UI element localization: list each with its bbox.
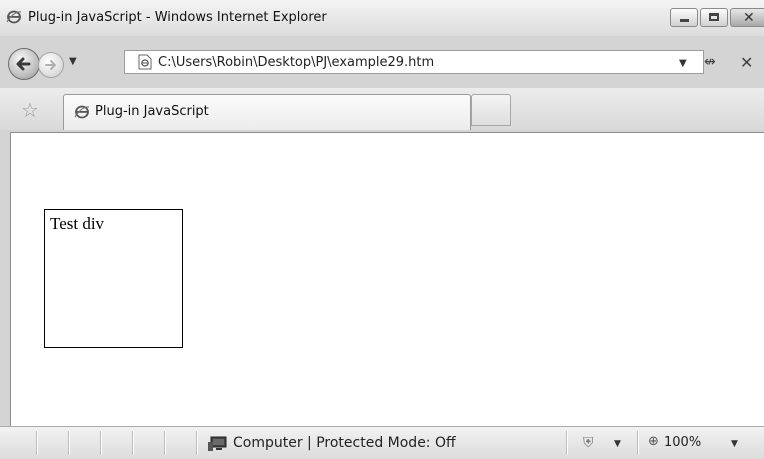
test-div: Test div [44,209,183,348]
security-zone-text[interactable]: Computer | Protected Mode: Off [233,435,456,451]
zoom-level[interactable]: 100% [664,435,701,450]
minimize-icon [680,19,689,22]
new-tab-button[interactable] [471,94,511,126]
security-button[interactable]: ⛨ [583,435,594,451]
status-divider [132,431,134,455]
maximize-icon [709,13,719,21]
recent-pages-dropdown[interactable]: ▼ [69,56,77,67]
forward-arrow-icon [45,60,56,70]
window-title: Plug-in JavaScript - Windows Internet Ex… [28,10,327,25]
address-url[interactable]: C:\Users\Robin\Desktop\PJ\example29.htm [158,55,434,70]
status-divider [196,431,198,455]
stop-icon: ✕ [740,53,754,72]
ie-logo-icon [74,105,90,119]
star-icon: ☆ [21,98,39,122]
status-bar: Computer | Protected Mode: Off ⛨ ▼ ⊕ 100… [0,426,764,459]
caption-buttons: ✕ [668,8,764,27]
zoom-icon: ⊕ [648,434,659,449]
tab-bar: ☆ Plug-in JavaScript [0,88,764,130]
stop-button[interactable]: ✕ [740,53,753,72]
tab-plug-in-javascript[interactable]: Plug-in JavaScript [63,94,471,130]
navigation-bar: ▼ C:\Users\Robin\Desktop\PJ\example29.ht… [0,44,764,82]
status-divider [566,431,568,455]
page-content: Test div [10,132,764,426]
back-arrow-icon [16,57,31,71]
favorites-button[interactable]: ☆ [21,98,39,122]
refresh-icon: ↮ [704,54,716,70]
status-divider [164,431,166,455]
maximize-button[interactable] [700,8,728,27]
status-divider [637,431,639,455]
minimize-button[interactable] [670,8,698,27]
zoom-dropdown[interactable]: ▼ [731,439,738,449]
status-divider [68,431,70,455]
tab-label: Plug-in JavaScript [95,104,209,119]
close-icon: ✕ [743,10,755,26]
address-dropdown[interactable]: ▼ [679,58,687,69]
shield-icon: ⛨ [583,435,594,451]
page-icon [138,54,152,70]
status-divider [36,431,38,455]
forward-button[interactable] [38,52,64,78]
close-button[interactable]: ✕ [730,8,764,27]
address-bar[interactable]: C:\Users\Robin\Desktop\PJ\example29.htm [124,50,704,74]
monitor-icon [208,436,227,451]
status-divider [100,431,102,455]
ie-logo-icon [6,10,22,24]
refresh-button[interactable]: ↮ [704,54,716,70]
browser-window: Plug-in JavaScript - Windows Internet Ex… [0,0,764,459]
back-button[interactable] [8,48,40,80]
title-bar: Plug-in JavaScript - Windows Internet Ex… [0,0,764,36]
security-dropdown[interactable]: ▼ [614,439,621,449]
